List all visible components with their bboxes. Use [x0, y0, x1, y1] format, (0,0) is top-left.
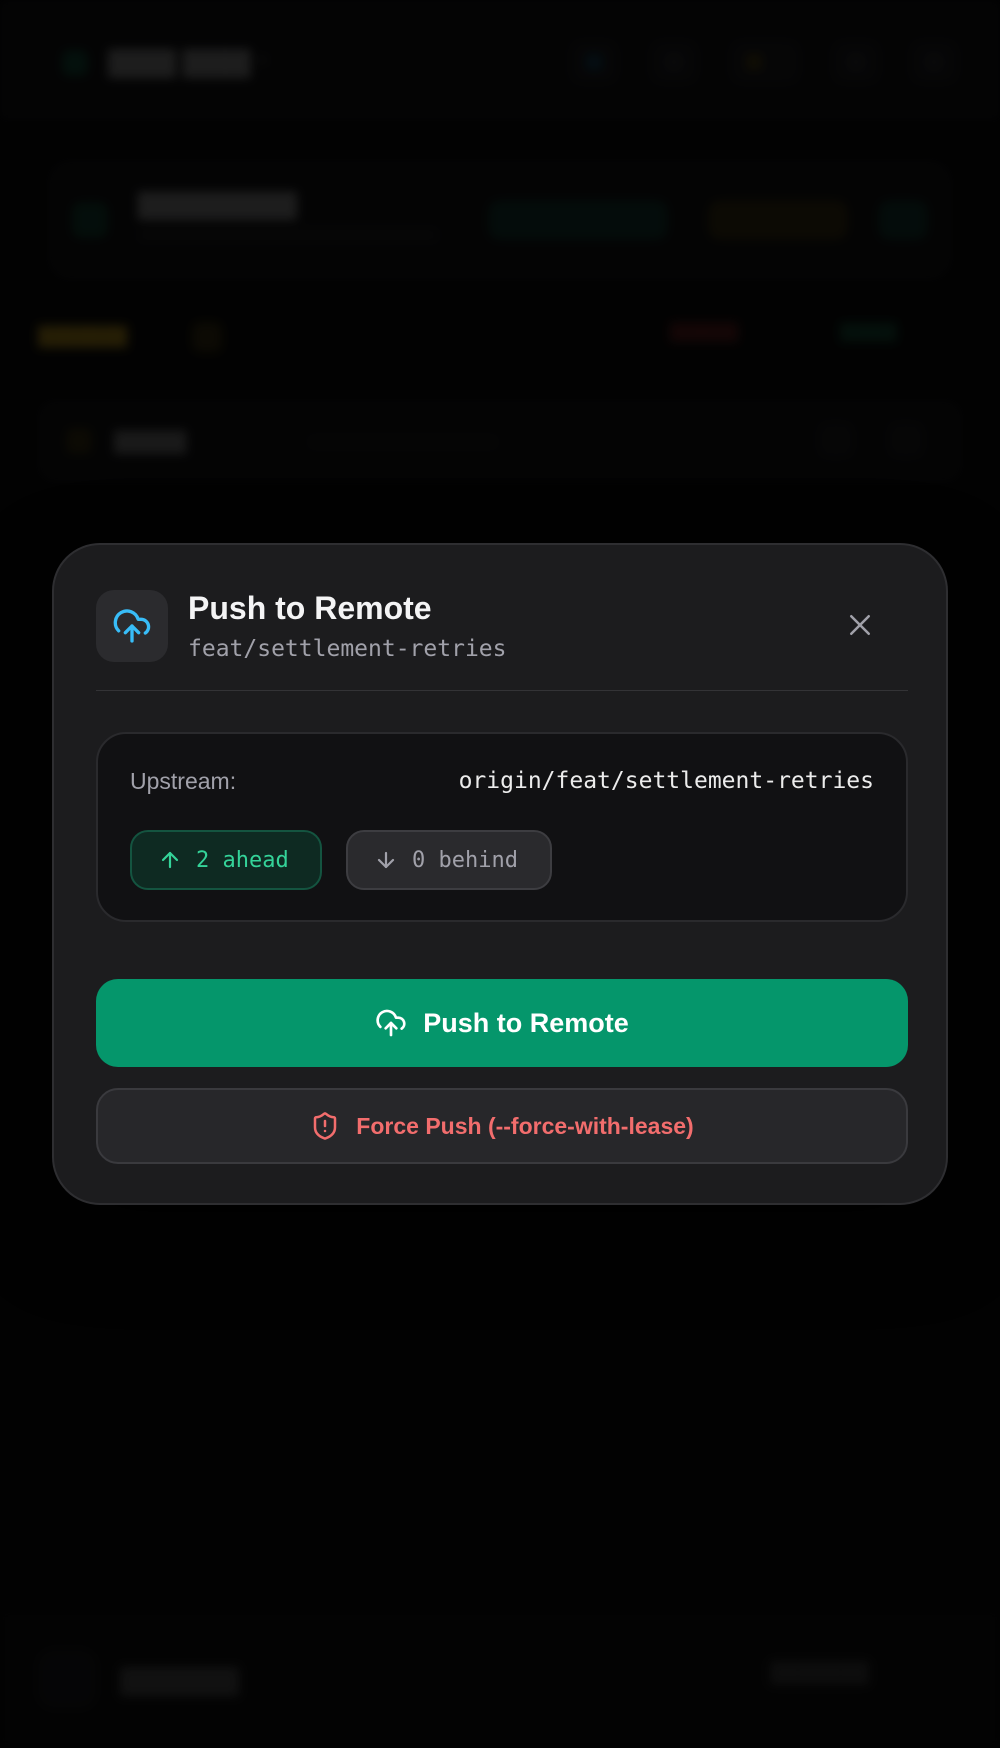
upstream-info-panel: Upstream: origin/feat/settlement-retries… — [96, 732, 908, 922]
force-push-label: Force Push (--force-with-lease) — [356, 1112, 694, 1139]
dialog-title: Push to Remote — [188, 590, 432, 626]
upstream-value: origin/feat/settlement-retries — [458, 768, 874, 794]
close-button[interactable] — [838, 605, 882, 649]
header-divider — [96, 690, 908, 691]
arrow-down-icon — [377, 851, 395, 869]
cloud-upload-icon — [376, 1009, 406, 1037]
shield-alert-icon — [314, 1112, 337, 1140]
push-button[interactable]: Push to Remote — [96, 979, 908, 1067]
arrow-up-icon — [161, 851, 179, 869]
close-icon — [845, 610, 875, 645]
force-push-button[interactable]: Force Push (--force-with-lease) — [96, 1088, 908, 1164]
behind-badge: 0 behind — [346, 830, 552, 890]
ahead-badge: 2 ahead — [130, 830, 322, 890]
push-button-label: Push to Remote — [423, 1007, 629, 1038]
upstream-label: Upstream: — [130, 768, 237, 794]
push-dialog: Push to Remote feat/settlement-retries U… — [52, 543, 948, 1205]
cloud-upload-icon — [96, 590, 168, 662]
ahead-label: 2 ahead — [196, 847, 289, 873]
branch-name: feat/settlement-retries — [188, 636, 507, 662]
page: ████ ████ ▾ ███████████ ███████ ██████ █… — [0, 0, 1000, 1748]
behind-label: 0 behind — [412, 847, 518, 873]
